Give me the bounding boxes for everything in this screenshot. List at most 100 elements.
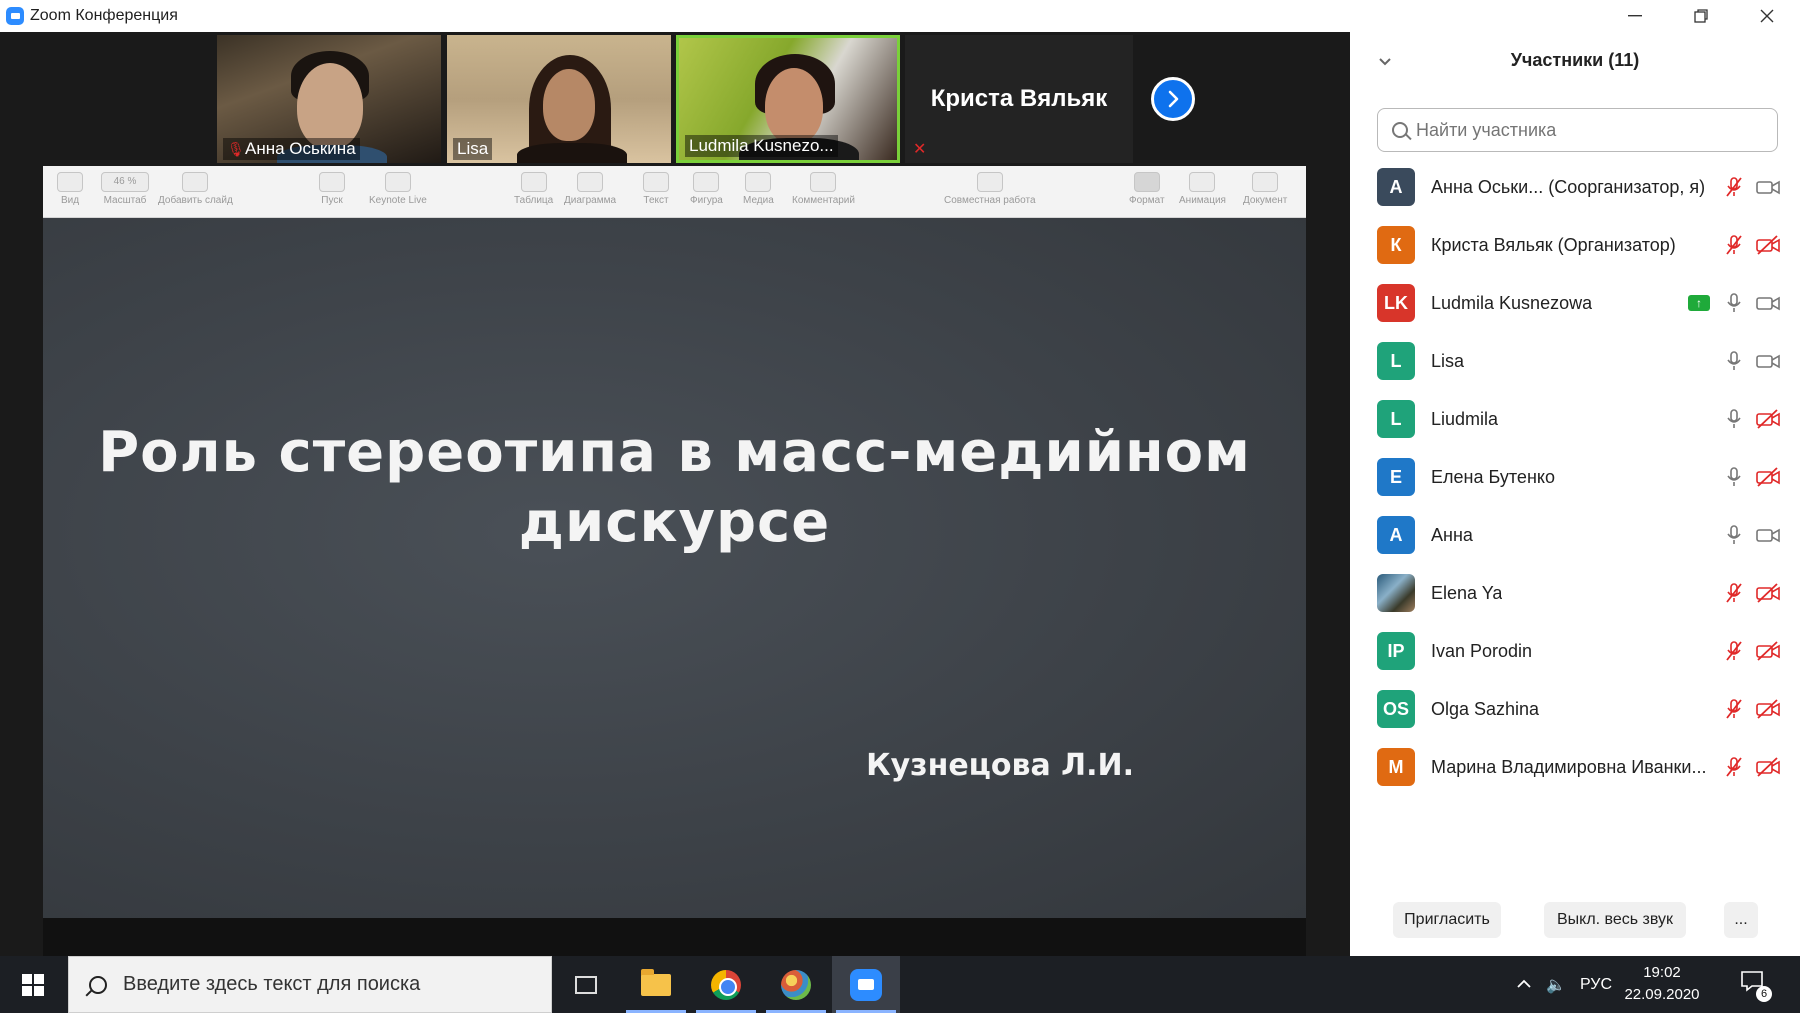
video-off-icon[interactable] <box>1754 639 1782 663</box>
participant-row[interactable]: OS Olga Sazhina <box>1350 680 1800 738</box>
keynote-add-slide-button: Добавить слайд <box>158 172 233 206</box>
participant-row[interactable]: Elena Ya <box>1350 564 1800 622</box>
keynote-live-button: Keynote Live <box>369 172 427 206</box>
participant-name: Elena Ya <box>1431 582 1503 603</box>
mute-all-button[interactable]: Выкл. весь звук <box>1544 902 1686 938</box>
mic-icon[interactable] <box>1723 465 1745 489</box>
keynote-comment-button: Комментарий <box>792 172 855 206</box>
search-icon <box>1392 122 1408 138</box>
participant-name: Ludmila Kusnezowa <box>1431 292 1593 313</box>
video-thumbnail-strip: 🎙 Анна Оськина Lisa Ludmila Kusnezo... ✕… <box>0 32 1350 166</box>
notification-center-icon[interactable]: 6 <box>1740 970 1772 1002</box>
participant-name: Lisa <box>1431 350 1465 371</box>
video-thumbnail-active-speaker[interactable]: Ludmila Kusnezo... <box>676 35 900 163</box>
video-thumbnail[interactable]: Lisa <box>447 35 671 163</box>
video-off-icon[interactable] <box>1754 755 1782 779</box>
participant-row[interactable]: М Марина Владимировна Иванки... <box>1350 738 1800 796</box>
task-view-button[interactable] <box>552 956 620 1013</box>
participant-row[interactable]: LK Ludmila Kusnezowa ↑ <box>1350 274 1800 332</box>
notification-count: 6 <box>1756 986 1772 1002</box>
chrome-button[interactable] <box>692 956 760 1013</box>
taskbar-search-placeholder: Введите здесь текст для поиска <box>123 973 421 995</box>
text-icon <box>643 172 669 192</box>
panel-title: Участники (11) <box>1510 50 1640 70</box>
video-off-icon[interactable] <box>1754 233 1782 257</box>
plus-icon <box>182 172 209 192</box>
keynote-chart-button: Диаграмма <box>564 172 616 206</box>
keynote-toolbar: Вид 46 % Масштаб Добавить слайд Пуск Keyn… <box>43 166 1306 218</box>
chevron-right-icon <box>1168 90 1179 108</box>
folder-icon <box>641 968 671 996</box>
zoom-icon <box>850 968 882 1001</box>
restore-button[interactable] <box>1668 0 1734 32</box>
presentation-slide: Роль стереотипа в масс-медийном дискурсе… <box>43 218 1306 918</box>
media-icon <box>745 172 772 192</box>
window-controls <box>1602 0 1800 32</box>
video-icon[interactable] <box>1754 523 1782 547</box>
windows-start-icon[interactable] <box>22 974 44 996</box>
participant-row[interactable]: К Криста Вяльяк (Организатор) <box>1350 216 1800 274</box>
slide-author: Кузнецова Л.И. <box>866 748 1134 783</box>
avatar: IP <box>1377 632 1415 670</box>
mic-muted-icon[interactable] <box>1723 639 1745 663</box>
mic-muted-icon[interactable] <box>1723 697 1745 721</box>
participant-search[interactable] <box>1377 108 1778 152</box>
close-button[interactable] <box>1734 0 1800 32</box>
meeting-area: 🎙 Анна Оськина Lisa Ludmila Kusnezo... ✕… <box>0 32 1350 956</box>
participant-name: Елена Бутенко <box>1431 466 1555 487</box>
participant-row[interactable]: IP Ivan Porodin <box>1350 622 1800 680</box>
view-icon <box>57 172 83 192</box>
invite-button[interactable]: Пригласить <box>1393 902 1501 938</box>
video-off-icon[interactable] <box>1754 697 1782 721</box>
mic-muted-icon[interactable] <box>1723 175 1745 199</box>
participant-search-input[interactable] <box>1416 119 1756 141</box>
taskbar-search[interactable]: Введите здесь текст для поиска <box>68 956 552 1013</box>
mic-muted-icon[interactable] <box>1723 755 1745 779</box>
chart-icon <box>577 172 603 192</box>
mic-icon[interactable] <box>1723 349 1745 373</box>
participant-row[interactable]: L Liudmila <box>1350 390 1800 448</box>
animation-icon <box>1189 172 1216 192</box>
video-off-icon[interactable] <box>1754 465 1782 489</box>
mic-icon[interactable] <box>1723 291 1745 315</box>
thumbnail-name: Lisa <box>453 138 493 160</box>
video-thumbnail-no-video[interactable]: ✕ Криста Вяльяк <box>905 35 1133 163</box>
participant-row[interactable]: Е Елена Бутенко <box>1350 448 1800 506</box>
speaker-icon[interactable]: 🔈 <box>1538 975 1574 995</box>
participant-row[interactable]: А Анна Оськи... (Соорганизатор, я) <box>1350 158 1800 216</box>
keynote-table-button: Таблица <box>514 172 553 206</box>
zoom-taskbar-button[interactable] <box>832 956 900 1013</box>
mic-muted-icon: 🎙 <box>227 141 245 157</box>
file-explorer-button[interactable] <box>622 956 690 1013</box>
taskbar-clock[interactable]: 19:02 22.09.2020 <box>1612 962 1712 1006</box>
video-off-icon[interactable] <box>1754 581 1782 605</box>
keynote-document-button: Документ <box>1243 172 1287 206</box>
mic-icon[interactable] <box>1723 523 1745 547</box>
video-icon[interactable] <box>1754 291 1782 315</box>
mic-muted-icon[interactable] <box>1723 581 1745 605</box>
minimize-button[interactable] <box>1602 0 1668 32</box>
paint-button[interactable] <box>762 956 830 1013</box>
keynote-collaborate-button: Совместная работа <box>944 172 1036 206</box>
avatar: К <box>1377 226 1415 264</box>
video-icon[interactable] <box>1754 349 1782 373</box>
keynote-shape-button: Фигура <box>690 172 723 206</box>
participant-name: Ivan Porodin <box>1431 640 1533 661</box>
participant-row[interactable]: L Lisa <box>1350 332 1800 390</box>
keynote-format-button: Формат <box>1129 172 1165 206</box>
video-off-icon[interactable] <box>1754 407 1782 431</box>
next-page-button[interactable] <box>1151 77 1195 121</box>
participant-row[interactable]: А Анна <box>1350 506 1800 564</box>
video-thumbnail[interactable]: 🎙 Анна Оськина <box>217 35 441 163</box>
chrome-icon <box>711 969 741 1000</box>
keynote-play-button: Пуск <box>319 172 345 206</box>
table-icon <box>520 172 547 192</box>
video-icon[interactable] <box>1754 175 1782 199</box>
mic-muted-icon[interactable] <box>1723 233 1745 257</box>
mic-muted-icon: ✕ <box>913 141 927 158</box>
participant-name: Анна Оськи... (Соорганизатор, я) <box>1431 176 1706 197</box>
more-options-button[interactable]: ... <box>1724 902 1758 938</box>
thumbnail-name: 🎙 Анна Оськина <box>223 138 360 160</box>
chevron-up-icon[interactable] <box>1510 976 1538 994</box>
mic-icon[interactable] <box>1723 407 1745 431</box>
